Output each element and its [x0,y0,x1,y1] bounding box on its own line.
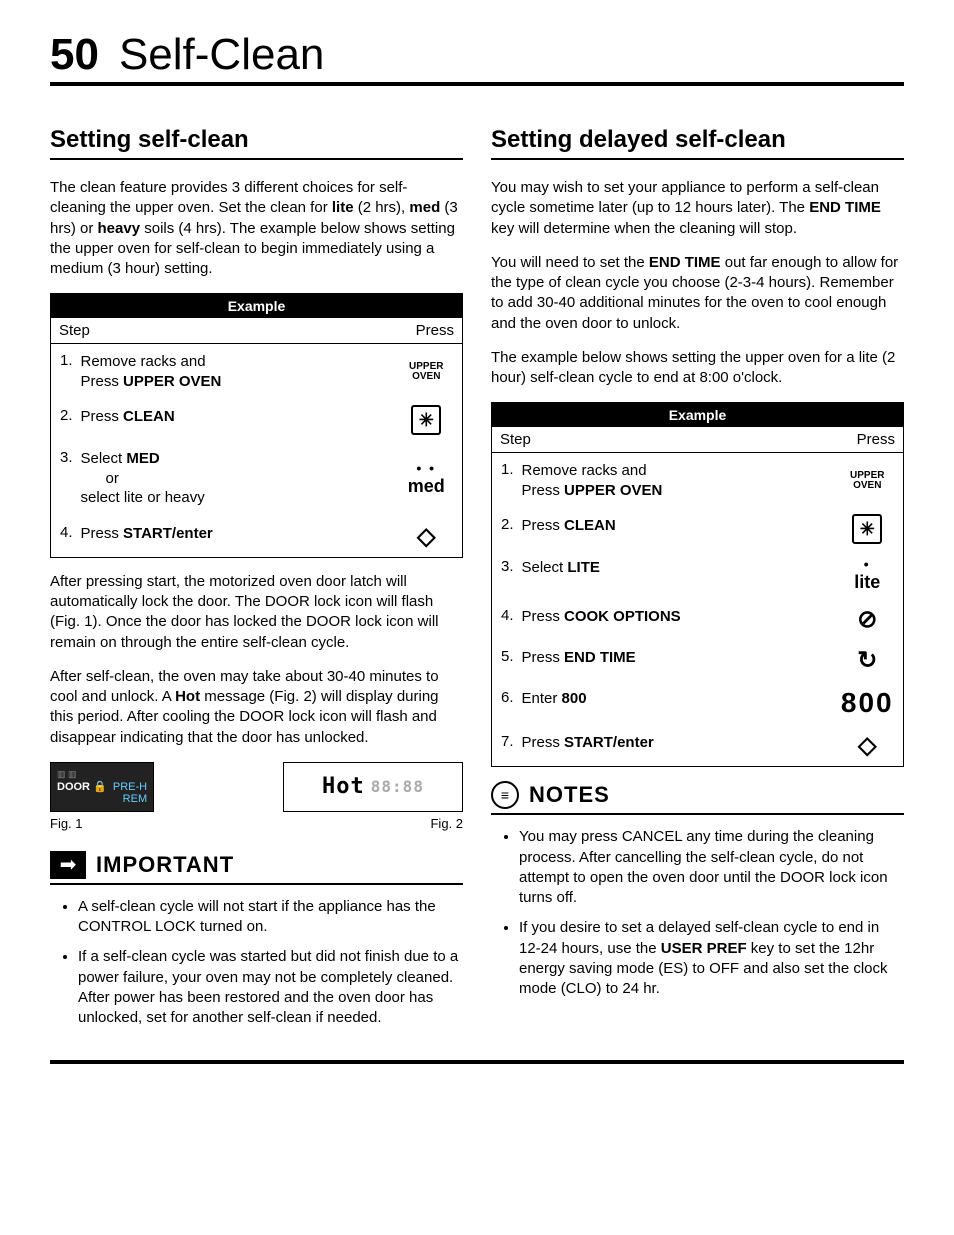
figure-1: ▥ ▥ DOOR 🔒 PRE-H REM Fig. 1 [50,762,154,831]
heading-delayed-self-clean: Setting delayed self-clean [491,126,904,160]
list-item: A self-clean cycle will not start if the… [78,897,463,938]
table-title: Example [492,403,904,428]
col-step: Step [51,318,391,344]
upper-oven-icon: UPPEROVEN [840,471,896,491]
list-item: If a self-clean cycle was started but di… [78,947,463,1028]
table-row: 1. Remove racks and Press UPPER OVEN UPP… [51,344,463,400]
left-column: Setting self-clean The clean feature pro… [50,126,463,1038]
right-p2: You will need to set the END TIME out fa… [491,253,904,334]
post-para-1: After pressing start, the motorized oven… [50,572,463,653]
lite-dot-icon: • [864,556,871,572]
post-para-2: After self-clean, the oven may take abou… [50,667,463,748]
table-row: 2. Press CLEAN ✳ [51,399,463,441]
end-time-icon: ↻ [857,647,877,674]
table-title: Example [51,294,463,319]
footer-rule [50,1060,904,1064]
heading-setting-self-clean: Setting self-clean [50,126,463,160]
clean-icon: ✳ [411,405,441,435]
figures-row: ▥ ▥ DOOR 🔒 PRE-H REM Fig. 1 Hot 88:88 Fi… [50,762,463,831]
clean-icon: ✳ [852,514,882,544]
cook-options-icon: ⊘ [857,606,877,633]
table-row: 4. Press START/enter ◇ [51,516,463,558]
list-item: You may press CANCEL any time during the… [519,827,904,908]
figure-2: Hot 88:88 Fig. 2 [283,762,463,831]
col-press: Press [391,318,463,344]
important-list: A self-clean cycle will not start if the… [50,897,463,1029]
start-icon: ◇ [858,732,876,759]
numeric-800-icon: 800 [841,687,894,718]
table-row: 2. Press CLEAN ✳ [492,508,904,550]
notes-list: You may press CANCEL any time during the… [491,827,904,999]
example-table-right: Example Step Press 1. Remove racks andPr… [491,402,904,767]
col-step: Step [492,427,832,453]
med-label-icon: med [408,476,445,496]
intro-paragraph: The clean feature provides 3 different c… [50,178,463,279]
table-row: 7. Press START/enter ◇ [492,725,904,767]
door-lock-icon: 🔒 [93,781,107,793]
col-press: Press [832,427,904,453]
important-heading: ➡ IMPORTANT [50,851,463,885]
page-header: 50 Self-Clean [50,30,904,86]
med-dots-icon: • • [416,460,436,476]
arrow-right-icon: ➡ [50,851,86,879]
right-p1: You may wish to set your appliance to pe… [491,178,904,239]
upper-oven-icon: UPPEROVEN [399,362,455,382]
right-p3: The example below shows setting the uppe… [491,348,904,389]
table-row: 5. Press END TIME ↻ [492,640,904,681]
table-row: 6. Enter 800 800 [492,681,904,725]
right-column: Setting delayed self-clean You may wish … [491,126,904,1038]
example-table-left: Example Step Press 1. Remove racks and P… [50,293,463,558]
notes-icon: ≡ [491,781,519,809]
start-icon: ◇ [417,523,435,550]
page-number: 50 [50,30,99,80]
table-row: 3. Select MED or select lite or heavy • … [51,441,463,516]
list-item: If you desire to set a delayed self-clea… [519,918,904,999]
table-row: 1. Remove racks andPress UPPER OVEN UPPE… [492,453,904,509]
table-row: 3. Select LITE •lite [492,550,904,599]
table-row: 4. Press COOK OPTIONS ⊘ [492,599,904,640]
notes-heading: ≡ NOTES [491,781,904,815]
lite-label-icon: lite [854,572,880,592]
page-title: Self-Clean [119,30,324,80]
